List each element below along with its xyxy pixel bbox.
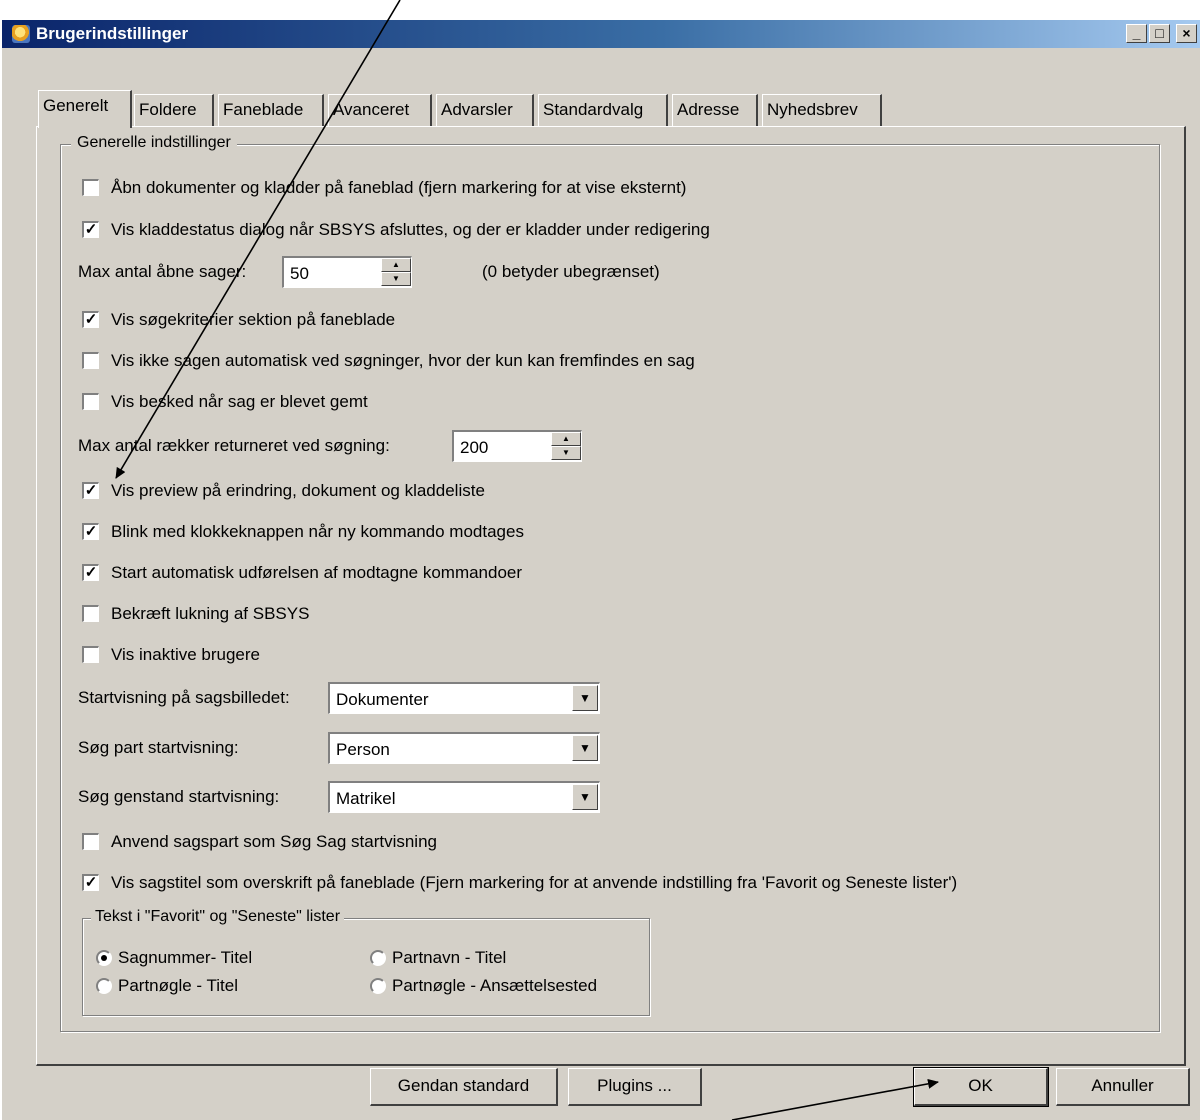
spinner-buttons: ▲ ▼	[381, 258, 411, 287]
spin-up-icon[interactable]: ▲	[381, 258, 411, 272]
checkbox-label: Start automatisk udførelsen af modtagne …	[111, 563, 523, 582]
checkbox-label: Anvend sagspart som Søg Sag startvisning	[111, 832, 437, 851]
checkbox-label: Vis ikke sagen automatisk ved søgninger,…	[111, 351, 695, 370]
checkbox-label: Blink med klokkeknappen når ny kommando …	[111, 522, 524, 541]
tab-adresse[interactable]: Adresse	[672, 94, 758, 126]
tab-nyhedsbrev[interactable]: Nyhedsbrev	[762, 94, 882, 126]
maximize-button[interactable]: □	[1149, 24, 1170, 43]
settings-dialog: Brugerindstillinger _ □ × Generelt Folde…	[0, 18, 1200, 1120]
tab-generelt[interactable]: Generelt	[38, 90, 132, 128]
checkbox[interactable]: ✓	[82, 221, 99, 238]
checkbox[interactable]	[82, 605, 99, 622]
select-value: Person	[336, 740, 390, 759]
title-bar[interactable]: Brugerindstillinger _ □ ×	[2, 20, 1200, 48]
checkbox-label: Vis inaktive brugere	[111, 645, 260, 664]
max-open-cases-label: Max antal åbne sager:	[78, 262, 247, 281]
checkbox[interactable]: ✓	[82, 523, 99, 540]
checkbox[interactable]	[82, 833, 99, 850]
max-open-cases-note: (0 betyder ubegrænset)	[482, 262, 660, 281]
checkbox[interactable]	[82, 393, 99, 410]
minimize-button[interactable]: _	[1126, 24, 1147, 43]
ok-button[interactable]: OK	[913, 1067, 1049, 1107]
max-rows-label: Max antal rækker returneret ved søgning:	[78, 436, 390, 455]
start-view-label: Startvisning på sagsbilledet:	[78, 688, 290, 707]
radio-button[interactable]	[96, 950, 112, 966]
radio-label: Sagnummer- Titel	[118, 948, 253, 967]
chevron-down-icon[interactable]: ▼	[572, 685, 598, 711]
group-title: Generelle indstillinger	[71, 134, 237, 152]
radio-button[interactable]	[370, 950, 386, 966]
radio-label: Partnøgle - Ansættelsested	[392, 976, 598, 995]
checkbox[interactable]	[82, 352, 99, 369]
search-party-label: Søg part startvisning:	[78, 738, 239, 757]
checkbox-label: Vis besked når sag er blevet gemt	[111, 392, 368, 411]
search-object-label: Søg genstand startvisning:	[78, 787, 280, 806]
select-value: Dokumenter	[336, 690, 429, 709]
checkbox-label: Vis kladdestatus dialog når SBSYS afslut…	[111, 220, 710, 239]
spin-down-icon[interactable]: ▼	[381, 272, 411, 286]
select-value: Matrikel	[336, 789, 396, 808]
checkbox[interactable]: ✓	[82, 482, 99, 499]
radio-button[interactable]	[370, 978, 386, 994]
max-rows-spinner[interactable]: 200 ▲ ▼	[452, 430, 582, 462]
spin-down-icon[interactable]: ▼	[551, 446, 581, 460]
cancel-button[interactable]: Annuller	[1056, 1068, 1190, 1106]
checkbox-label: Vis preview på erindring, dokument og kl…	[111, 481, 485, 500]
checkbox[interactable]: ✓	[82, 564, 99, 581]
checkbox-label: Vis sagstitel som overskrift på faneblad…	[111, 873, 958, 892]
checkbox[interactable]	[82, 646, 99, 663]
tab-foldere[interactable]: Foldere	[134, 94, 214, 126]
app-icon	[12, 25, 30, 43]
search-party-select[interactable]: Person ▼	[328, 732, 600, 764]
window-title: Brugerindstillinger	[36, 24, 189, 43]
radio-label: Partnøgle - Titel	[118, 976, 238, 995]
radio-button[interactable]	[96, 978, 112, 994]
spinner-value: 200	[460, 438, 489, 457]
tab-advarsler[interactable]: Advarsler	[436, 94, 534, 126]
checkbox[interactable]: ✓	[82, 874, 99, 891]
checkbox-label: Åbn dokumenter og kladder på faneblad (f…	[111, 178, 687, 197]
chevron-down-icon[interactable]: ▼	[572, 735, 598, 761]
tab-standardvalg[interactable]: Standardvalg	[538, 94, 668, 126]
close-button[interactable]: ×	[1176, 24, 1197, 43]
checkbox[interactable]	[82, 179, 99, 196]
spin-up-icon[interactable]: ▲	[551, 432, 581, 446]
spinner-buttons: ▲ ▼	[551, 432, 581, 461]
tab-faneblade[interactable]: Faneblade	[218, 94, 324, 126]
checkbox[interactable]: ✓	[82, 311, 99, 328]
restore-defaults-button[interactable]: Gendan standard	[370, 1068, 558, 1106]
plugins-button[interactable]: Plugins ...	[568, 1068, 702, 1106]
checkbox-label: Vis søgekriterier sektion på faneblade	[111, 310, 396, 329]
spinner-value: 50	[290, 264, 309, 283]
chevron-down-icon[interactable]: ▼	[572, 784, 598, 810]
group-title: Tekst i "Favorit" og "Seneste" lister	[91, 908, 345, 926]
radio-label: Partnavn - Titel	[392, 948, 507, 967]
max-open-cases-spinner[interactable]: 50 ▲ ▼	[282, 256, 412, 288]
checkbox-label: Bekræft lukning af SBSYS	[111, 604, 310, 623]
search-object-select[interactable]: Matrikel ▼	[328, 781, 600, 813]
start-view-select[interactable]: Dokumenter ▼	[328, 682, 600, 714]
tab-avanceret[interactable]: Avanceret	[328, 94, 432, 126]
